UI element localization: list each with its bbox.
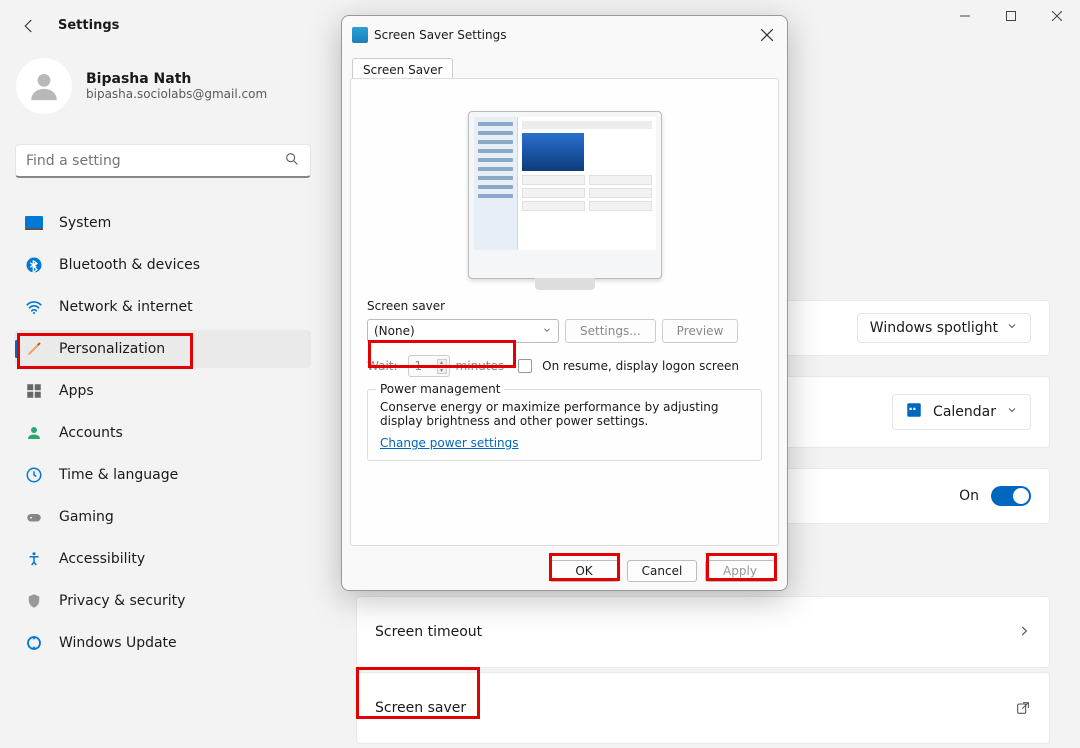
- wifi-icon: [25, 298, 43, 316]
- dropdown-value: Windows spotlight: [870, 320, 998, 336]
- dialog-close-button[interactable]: [757, 25, 777, 45]
- monitor-preview: [468, 111, 662, 279]
- dialog-icon: [352, 27, 368, 43]
- nav-label: Windows Update: [59, 635, 177, 651]
- resume-label: On resume, display logon screen: [542, 359, 739, 373]
- search-input[interactable]: [26, 153, 284, 169]
- nav-label: Network & internet: [59, 299, 193, 315]
- nav-update[interactable]: Windows Update: [15, 624, 311, 662]
- card-title: Screen saver: [375, 700, 466, 716]
- close-button[interactable]: [1034, 0, 1080, 32]
- chevron-right-icon: [1017, 623, 1031, 642]
- nav-label: Time & language: [59, 467, 178, 483]
- cancel-button[interactable]: Cancel: [627, 560, 697, 582]
- section-label: Screen saver: [367, 299, 762, 313]
- chevron-down-icon: [1006, 404, 1018, 420]
- nav-system[interactable]: System: [15, 204, 311, 242]
- minimize-button[interactable]: [942, 0, 988, 32]
- nav-label: Personalization: [59, 341, 165, 357]
- toggle-label: On: [959, 488, 979, 504]
- user-name: Bipasha Nath: [86, 71, 267, 87]
- card-title: Screen timeout: [375, 624, 482, 640]
- screen-saver-dialog: Screen Saver Settings Screen Saver: [341, 15, 788, 591]
- user-email: bipasha.sociolabs@gmail.com: [86, 87, 267, 101]
- nav-gaming[interactable]: Gaming: [15, 498, 311, 536]
- settings-button[interactable]: Settings...: [565, 319, 656, 343]
- screensaver-combo[interactable]: (None): [367, 319, 559, 343]
- user-card[interactable]: Bipasha Nath bipasha.sociolabs@gmail.com: [16, 58, 267, 114]
- minutes-label: minutes: [456, 359, 505, 373]
- spinner-down[interactable]: ▾: [437, 367, 447, 374]
- nav-label: Gaming: [59, 509, 114, 525]
- ok-button[interactable]: OK: [549, 560, 619, 582]
- pm-legend: Power management: [376, 382, 504, 396]
- nav-apps[interactable]: Apps: [15, 372, 311, 410]
- nav-personalization[interactable]: Personalization: [15, 330, 311, 368]
- wait-value: 1: [415, 359, 423, 373]
- nav-label: Privacy & security: [59, 593, 185, 609]
- apply-button[interactable]: Apply: [705, 560, 775, 582]
- search-box[interactable]: [15, 144, 311, 178]
- search-icon: [284, 151, 300, 171]
- dropdown-value: Calendar: [933, 404, 996, 420]
- resume-checkbox[interactable]: [518, 359, 532, 373]
- app-title: Settings: [58, 18, 119, 33]
- nav-label: Apps: [59, 383, 94, 399]
- dialog-title: Screen Saver Settings: [374, 28, 507, 42]
- nav-accessibility[interactable]: Accessibility: [15, 540, 311, 578]
- nav-list: System Bluetooth & devices Network & int…: [15, 204, 311, 666]
- wait-spinner[interactable]: 1 ▴▾: [408, 355, 450, 377]
- nav-label: Bluetooth & devices: [59, 257, 200, 273]
- combo-value: (None): [374, 324, 415, 338]
- calendar-dropdown[interactable]: Calendar: [892, 394, 1031, 430]
- toggle-switch[interactable]: [991, 486, 1031, 506]
- card-screen-timeout[interactable]: Screen timeout: [356, 596, 1050, 668]
- paintbrush-icon: [25, 340, 43, 358]
- avatar: [16, 58, 72, 114]
- nav-label: System: [59, 215, 111, 231]
- nav-label: Accessibility: [59, 551, 145, 567]
- nav-network[interactable]: Network & internet: [15, 288, 311, 326]
- clock-icon: [25, 466, 43, 484]
- nav-accounts[interactable]: Accounts: [15, 414, 311, 452]
- spotlight-dropdown[interactable]: Windows spotlight: [857, 313, 1031, 343]
- external-link-icon: [1015, 700, 1031, 716]
- maximize-button[interactable]: [988, 0, 1034, 32]
- power-management-group: Power management Conserve energy or maxi…: [367, 389, 762, 461]
- accounts-icon: [25, 424, 43, 442]
- pm-text: Conserve energy or maximize performance …: [380, 400, 749, 428]
- apps-icon: [25, 382, 43, 400]
- update-icon: [25, 634, 43, 652]
- nav-time[interactable]: Time & language: [15, 456, 311, 494]
- back-button[interactable]: [20, 17, 38, 39]
- system-icon: [25, 214, 43, 232]
- nav-label: Accounts: [59, 425, 123, 441]
- chevron-down-icon: [1006, 320, 1018, 336]
- wait-label: Wait:: [367, 359, 398, 373]
- nav-privacy[interactable]: Privacy & security: [15, 582, 311, 620]
- gamepad-icon: [25, 508, 43, 526]
- shield-icon: [25, 592, 43, 610]
- calendar-icon: [905, 401, 923, 423]
- spinner-up[interactable]: ▴: [437, 359, 447, 366]
- chevron-down-icon: [542, 324, 552, 338]
- preview-button[interactable]: Preview: [662, 319, 739, 343]
- accessibility-icon: [25, 550, 43, 568]
- nav-bluetooth[interactable]: Bluetooth & devices: [15, 246, 311, 284]
- change-power-link[interactable]: Change power settings: [380, 436, 519, 450]
- bluetooth-icon: [25, 256, 43, 274]
- card-screen-saver[interactable]: Screen saver: [356, 672, 1050, 744]
